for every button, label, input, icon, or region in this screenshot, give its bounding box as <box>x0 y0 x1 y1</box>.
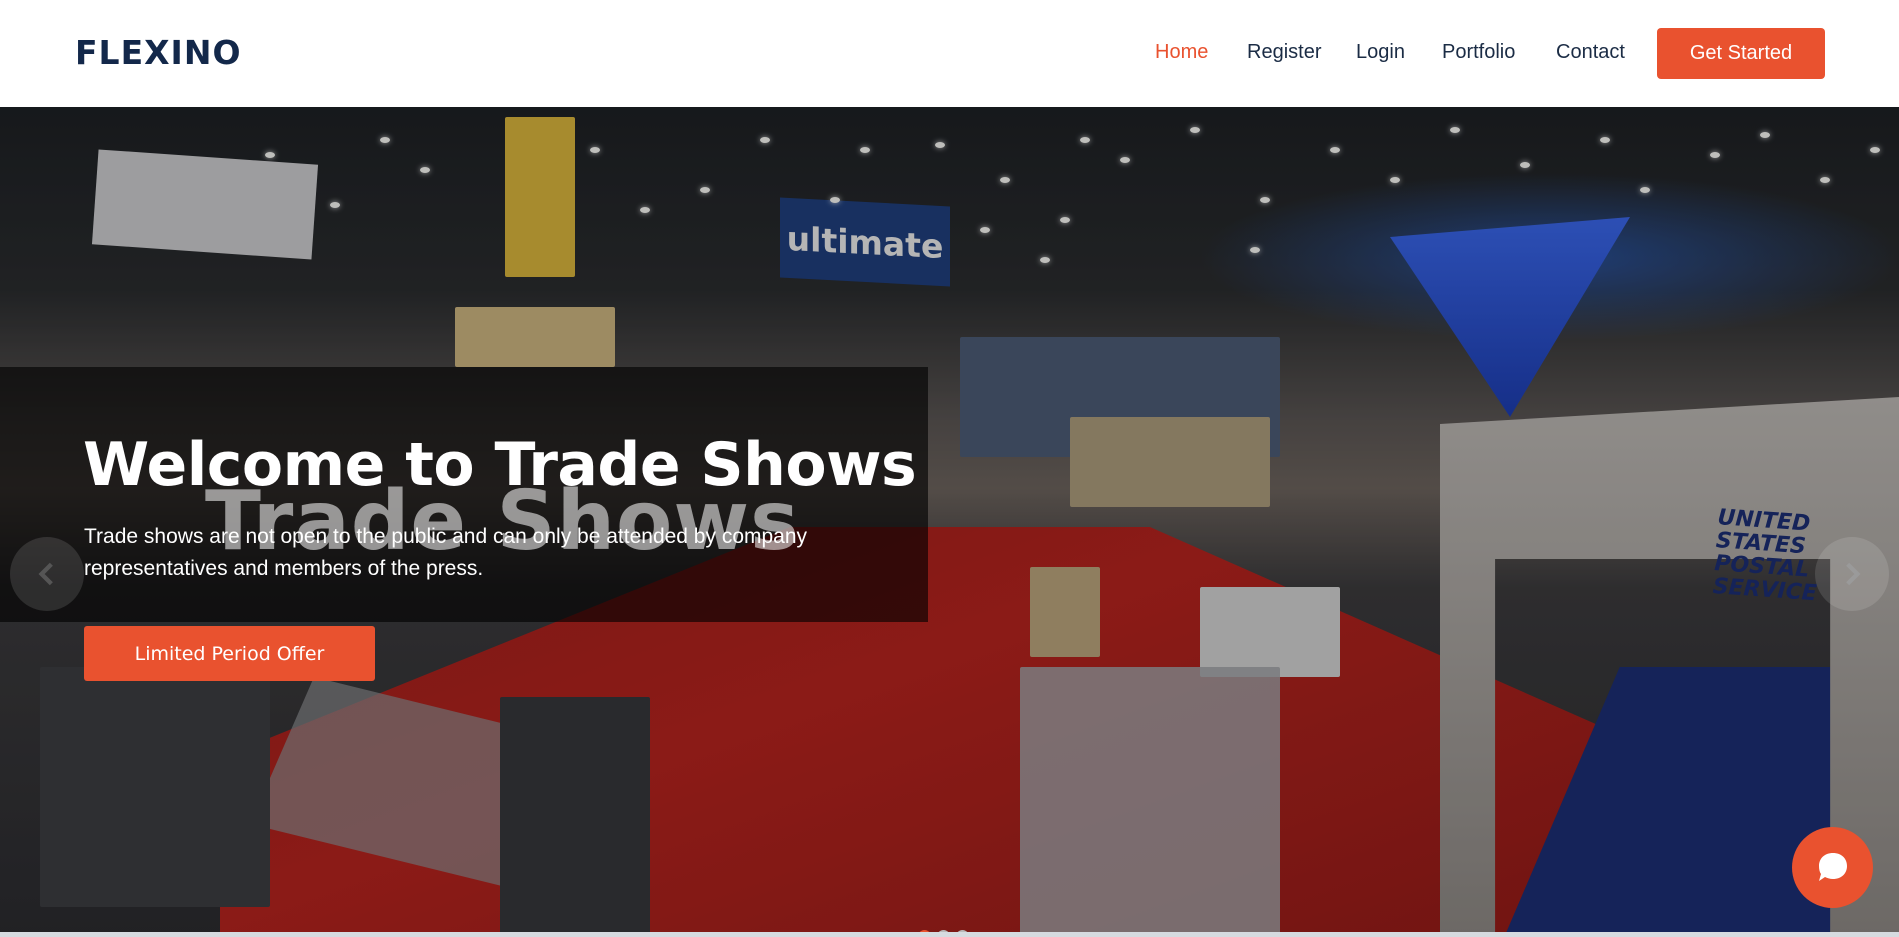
get-started-button[interactable]: Get Started <box>1657 28 1825 79</box>
chevron-left-icon <box>38 562 53 586</box>
prev-slide-button[interactable] <box>10 537 84 611</box>
site-header: FLEXINO Home Register Login Portfolio Co… <box>0 0 1899 107</box>
hero-slider: ultimate UNITED STATES POSTAL SERVICE Tr… <box>0 107 1899 937</box>
site-logo[interactable]: FLEXINO <box>75 33 242 72</box>
nav-contact[interactable]: Contact <box>1556 41 1625 64</box>
nav-login[interactable]: Login <box>1356 41 1405 64</box>
page-bottom-border <box>0 932 1899 937</box>
chevron-right-icon <box>1846 562 1861 586</box>
chat-bubble-icon <box>1818 852 1847 881</box>
nav-portfolio[interactable]: Portfolio <box>1442 41 1515 64</box>
nav-register[interactable]: Register <box>1247 41 1321 64</box>
chat-button[interactable] <box>1792 827 1873 908</box>
hero-subtitle: Trade shows are not open to the public a… <box>84 525 808 580</box>
nav-home[interactable]: Home <box>1155 41 1208 64</box>
limited-offer-button[interactable]: Limited Period Offer <box>84 626 375 681</box>
next-slide-button[interactable] <box>1815 537 1889 611</box>
hero-title: Welcome to Trade Shows <box>83 430 917 500</box>
